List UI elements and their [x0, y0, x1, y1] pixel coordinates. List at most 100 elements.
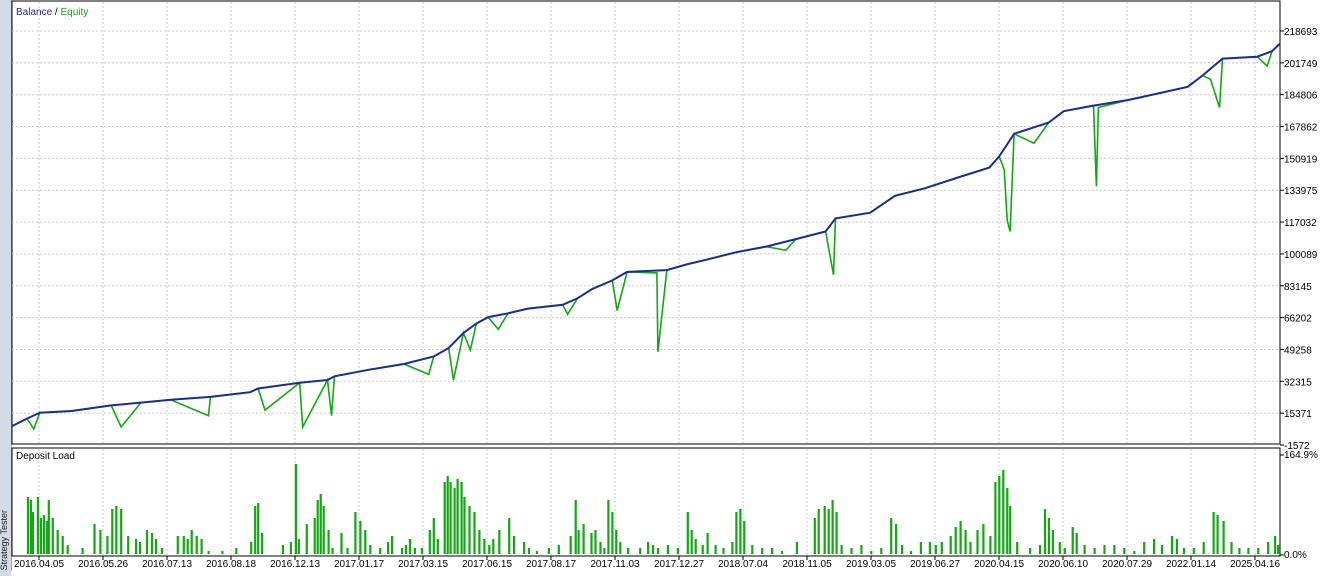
deposit-load-bar	[743, 521, 746, 554]
deposit-load-bar	[1192, 548, 1195, 554]
deposit-load-bar	[449, 482, 452, 554]
deposit-load-bar	[42, 515, 45, 554]
deposit-load-bar	[1051, 530, 1054, 554]
deposit-load-bar	[706, 533, 709, 554]
deposit-load-bar	[81, 548, 84, 554]
deposit-load-bar	[1170, 536, 1174, 554]
x-tick-label: 2016.07.13	[142, 559, 192, 570]
x-tick-label: 2019.03.05	[846, 559, 896, 570]
deposit-load-bar	[982, 524, 985, 554]
chart-canvas: 218693 201749 184806 167862 150919 133975 1170…	[11, 0, 1318, 570]
deposit-load-bar	[289, 542, 292, 554]
deposit-load-bar	[182, 536, 185, 554]
y-tick-label: 32315	[1284, 377, 1312, 388]
deposit-load-bar	[26, 497, 30, 554]
deposit-load-bar	[1212, 512, 1215, 554]
deposit-load-bar	[281, 545, 285, 554]
deposit-load-bar	[909, 551, 913, 554]
deposit-load-bar	[523, 542, 526, 554]
deposit-load-bar	[1071, 527, 1074, 554]
deposit-load-bar	[827, 509, 830, 554]
deposit-load-bar	[1216, 515, 1219, 554]
deposit-load-bar	[508, 518, 511, 554]
deposit-load-bar	[639, 548, 642, 554]
deposit-load-bar	[387, 542, 390, 554]
x-tick-label: 2018.11.05	[782, 559, 832, 570]
deposit-load-bar	[751, 545, 754, 554]
deposit-load-bar	[297, 539, 300, 554]
deposit-load-bar	[235, 548, 238, 554]
deposit-load-bar	[186, 539, 189, 554]
deposit-load-bar	[460, 482, 463, 554]
deposit-load-bar	[547, 548, 550, 554]
deposit-load-bar	[135, 539, 138, 554]
deposit-load-bar	[413, 548, 416, 554]
deposit-load-bar	[1247, 548, 1250, 554]
deposit-load-bar	[111, 509, 114, 554]
side-tab-label: Strategy Tester	[0, 510, 9, 571]
strategy-tester-graph: Strategy Tester 218693 201749 184806 167862…	[0, 0, 1341, 576]
deposit-load-bar	[1113, 545, 1116, 554]
deposit-load-bar	[176, 536, 179, 554]
deposit-load-bar	[831, 500, 834, 554]
deposit-load-bar	[1274, 536, 1277, 554]
x-tick-label: 2020.07.29	[1102, 559, 1152, 570]
deposit-load-bar	[840, 545, 843, 554]
deposit-load-bar	[39, 518, 42, 554]
deposit-load-bar	[666, 545, 669, 554]
deposit-load-bar	[1160, 545, 1164, 554]
deposit-load-title: Deposit Load	[16, 451, 75, 462]
deposit-load-bar	[959, 521, 962, 554]
deposit-load-bar	[359, 521, 362, 554]
deposit-load-bar	[954, 527, 957, 554]
deposit-load-bar	[66, 545, 69, 554]
y-tick-label: 15371	[1284, 409, 1312, 420]
bottom-scroll-area	[11, 571, 1341, 576]
deposit-load-bar	[391, 536, 394, 554]
deposit-load-bar	[488, 545, 491, 554]
deposit-load-bar	[652, 545, 655, 554]
deposit-load-bar	[115, 506, 118, 554]
deposit-load-bar	[850, 548, 853, 554]
deposit-load-bar	[154, 539, 158, 554]
deposit-load-bar	[895, 524, 898, 554]
deposit-load-bar	[557, 545, 560, 554]
deposit-load-bar	[354, 512, 357, 554]
deposit-load-bar	[160, 548, 163, 554]
deposit-load-bar	[478, 530, 481, 554]
deposit-load-bar	[190, 530, 193, 554]
deposit-load-bar	[340, 533, 343, 554]
deposit-load-bar	[145, 530, 149, 554]
deposit-load-bar	[690, 530, 693, 554]
deposit-load-bar	[656, 548, 660, 554]
y-tick-label: 0.0%	[1284, 550, 1307, 561]
deposit-load-bar	[319, 494, 322, 554]
deposit-load-bar	[676, 548, 679, 554]
deposit-load-bar	[408, 539, 412, 554]
deposit-load-bar	[735, 512, 738, 554]
deposit-load-bar	[1143, 542, 1146, 554]
deposit-load-bar	[346, 548, 349, 554]
y-tick-label: 117032	[1284, 218, 1317, 229]
deposit-load-bar	[686, 512, 689, 554]
y-tick-label: 66202	[1284, 314, 1312, 325]
deposit-load-bar	[870, 551, 873, 554]
y-tick-label: 100089	[1284, 250, 1318, 261]
x-tick-label: 2022.01.14	[1166, 559, 1216, 570]
deposit-load-bar	[647, 542, 650, 554]
deposit-load-bar	[976, 530, 979, 554]
deposit-load-bar	[1238, 548, 1241, 554]
deposit-load-bar	[928, 542, 931, 554]
deposit-load-bar	[860, 545, 863, 554]
deposit-load-bar	[364, 530, 367, 554]
deposit-load-bar	[731, 542, 734, 554]
deposit-load-bar	[940, 542, 943, 554]
deposit-load-bar	[835, 512, 838, 554]
deposit-load-bar	[250, 542, 253, 554]
deposit-load-bar	[1093, 548, 1096, 554]
deposit-load-bar	[428, 530, 431, 554]
deposit-load-bar	[694, 539, 697, 554]
x-tick-label: 2017.03.15	[398, 559, 448, 570]
deposit-load-bar	[919, 542, 922, 554]
deposit-load-bar	[880, 548, 883, 554]
